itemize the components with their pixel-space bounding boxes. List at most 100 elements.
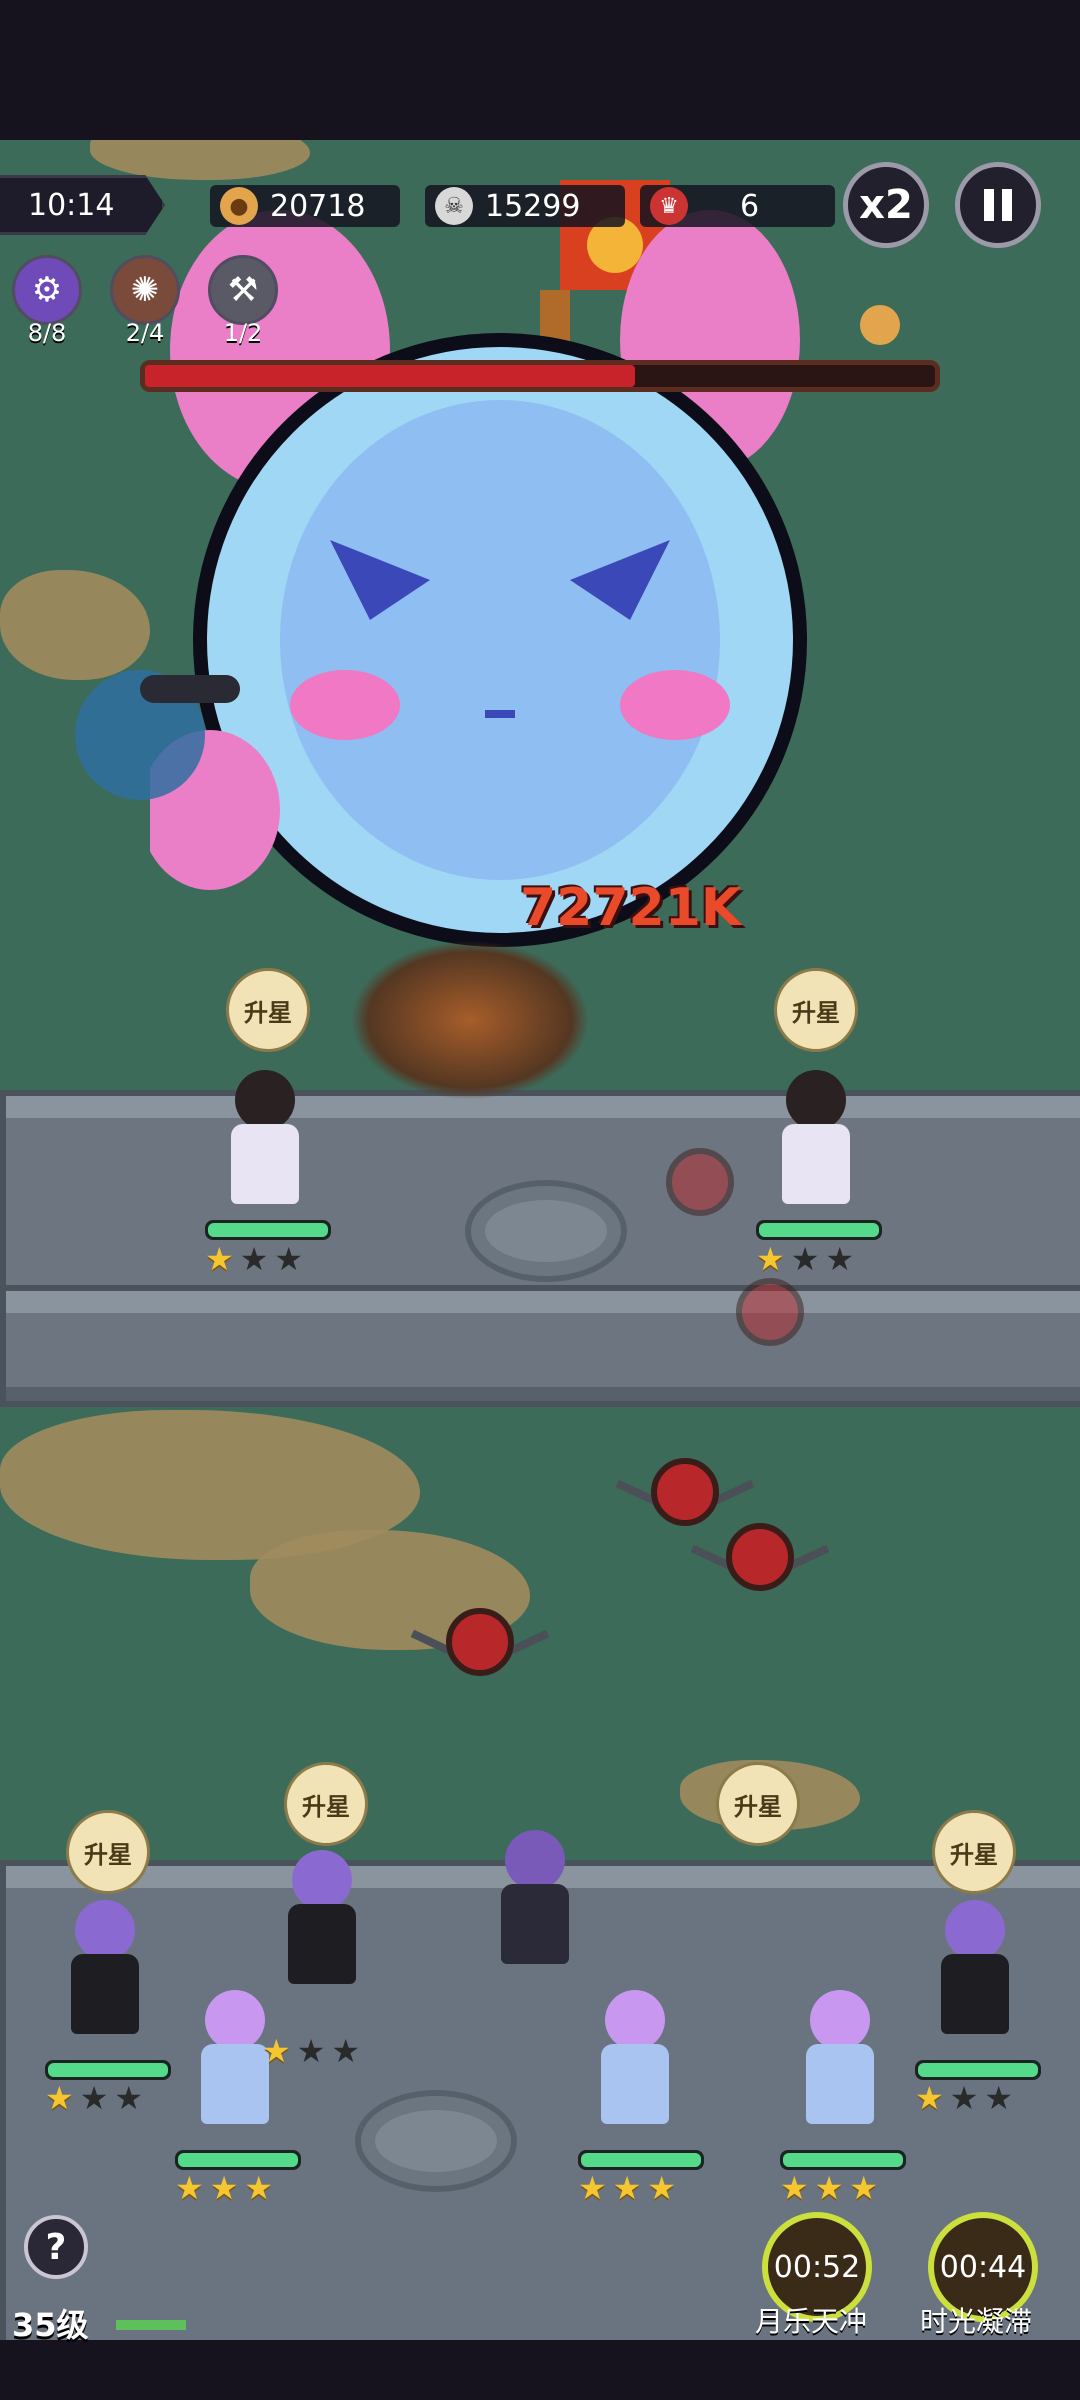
star-icon: ★: [780, 2169, 809, 2207]
hero-hp-bar: [780, 2150, 906, 2170]
hero-unit-leader[interactable]: [475, 1820, 595, 1980]
boss-counter: ♛ 6: [640, 185, 835, 227]
spider-enemy[interactable]: [640, 1140, 760, 1230]
hero-unit[interactable]: [575, 1980, 695, 2140]
star-icon: ★: [209, 2169, 239, 2207]
hero-stars: ★ ★ ★: [578, 2172, 676, 2204]
pause-button[interactable]: [955, 162, 1041, 248]
star-icon: ★: [79, 2079, 109, 2117]
coin-counter: ● 20718: [210, 185, 400, 227]
skull-icon: ☠: [435, 187, 473, 225]
spider-enemy[interactable]: [710, 1270, 830, 1360]
top-letterbox: [0, 0, 1080, 140]
help-button[interactable]: ?: [24, 2215, 88, 2279]
hero-stars: ★ ★ ★: [205, 1243, 303, 1275]
hero-hp-bar: [915, 2060, 1041, 2080]
damage-number: 72721K: [520, 878, 742, 938]
upgrade-star-button[interactable]: 升星: [66, 1810, 150, 1894]
coin-value: 20718: [270, 188, 366, 224]
player-level: 35级: [12, 2306, 89, 2344]
boss-mouth: [485, 710, 515, 718]
ability-timer: 00:44: [939, 2249, 1027, 2285]
star-icon: ★: [262, 2032, 291, 2070]
timer-text: 10:14: [28, 187, 115, 223]
hero-unit[interactable]: [780, 1980, 900, 2140]
star-icon: ★: [984, 2079, 1014, 2117]
hero-unit[interactable]: [756, 1060, 876, 1220]
upgrade-label: 升星: [734, 1792, 782, 1821]
ability-name: 月乐天冲: [755, 2305, 868, 2338]
upgrade-star-button[interactable]: 升星: [932, 1810, 1016, 1894]
upgrade-label: 升星: [302, 1792, 350, 1821]
star-icon: ★: [45, 2079, 74, 2117]
skill-count: 8/8: [27, 319, 67, 347]
speed-button[interactable]: x2: [843, 162, 929, 248]
hero-stars: ★ ★ ★: [780, 2172, 878, 2204]
star-icon: ★: [244, 2169, 274, 2207]
hero-hp-bar: [45, 2060, 171, 2080]
star-icon: ★: [612, 2169, 642, 2207]
help-icon: ?: [45, 2226, 67, 2268]
spider-enemy[interactable]: [690, 1515, 830, 1605]
kill-value: 15299: [485, 188, 581, 224]
star-icon: ★: [849, 2169, 879, 2207]
hero-unit[interactable]: [205, 1060, 325, 1220]
demon-icon: ♛: [650, 187, 688, 225]
star-icon: ★: [578, 2169, 607, 2207]
hero-unit[interactable]: [262, 1840, 382, 2000]
ability-timer: 00:52: [773, 2249, 861, 2285]
boss-left-cheek: [290, 670, 400, 740]
star-icon: ★: [915, 2079, 944, 2117]
gear-icon: ⚙: [12, 255, 82, 325]
coin-drop-icon[interactable]: [860, 305, 900, 345]
hero-stars: ★ ★ ★: [915, 2082, 1013, 2114]
upper-wall-lower-tier: [0, 1285, 1080, 1407]
upgrade-star-button[interactable]: 升星: [284, 1762, 368, 1846]
game-timer: 10:14: [0, 175, 165, 235]
boss-health-bar: [140, 360, 940, 392]
xp-bar: [116, 2320, 186, 2330]
upgrade-label: 升星: [950, 1840, 998, 1869]
star-icon: ★: [239, 1240, 269, 1278]
explosion-effect: [350, 940, 590, 1100]
hero-hp-bar: [578, 2150, 704, 2170]
hero-stars: ★ ★ ★: [45, 2082, 143, 2114]
empty-hero-pad[interactable]: [355, 2090, 517, 2192]
boss-count-value: 6: [740, 188, 760, 224]
hero-stars: ★ ★ ★: [175, 2172, 273, 2204]
upgrade-star-button[interactable]: 升星: [226, 968, 310, 1052]
star-icon: ★: [296, 2032, 326, 2070]
upgrade-label: 升星: [84, 1840, 132, 1869]
hero-stars: ★ ★ ★: [262, 2035, 360, 2067]
boss-health-fill: [145, 365, 635, 387]
ability-name: 时光凝滞: [920, 2305, 1033, 2338]
swirl-blades-icon: ✺: [110, 255, 180, 325]
coin-icon: ●: [220, 187, 258, 225]
speed-label: x2: [859, 182, 913, 228]
upgrade-star-button[interactable]: 升星: [716, 1762, 800, 1846]
dirt-patch: [0, 570, 150, 680]
star-icon: ★: [274, 1240, 304, 1278]
upgrade-label: 升星: [792, 998, 840, 1027]
hero-unit[interactable]: [45, 1890, 165, 2050]
skill-slot-gear[interactable]: ⚙ 8/8: [12, 255, 82, 347]
hero-unit[interactable]: [915, 1890, 1035, 2050]
skill-slot-hammer[interactable]: ⚒ 1/2: [208, 255, 278, 347]
star-icon: ★: [949, 2079, 979, 2117]
star-icon: ★: [114, 2079, 144, 2117]
empty-hero-pad[interactable]: [465, 1180, 627, 1282]
hero-hp-bar: [205, 1220, 331, 1240]
hero-hp-bar: [756, 1220, 882, 1240]
skill-count: 2/4: [125, 319, 165, 347]
hero-hp-bar: [175, 2150, 301, 2170]
boss-right-cheek: [620, 670, 730, 740]
star-icon: ★: [205, 1240, 234, 1278]
upgrade-label: 升星: [244, 998, 292, 1027]
pause-icon: [984, 189, 1012, 221]
rocket-projectile: [140, 675, 240, 703]
spider-enemy[interactable]: [410, 1600, 550, 1690]
upgrade-star-button[interactable]: 升星: [774, 968, 858, 1052]
star-icon: ★: [331, 2032, 361, 2070]
skill-slot-blades[interactable]: ✺ 2/4: [110, 255, 180, 347]
skill-count: 1/2: [223, 319, 263, 347]
